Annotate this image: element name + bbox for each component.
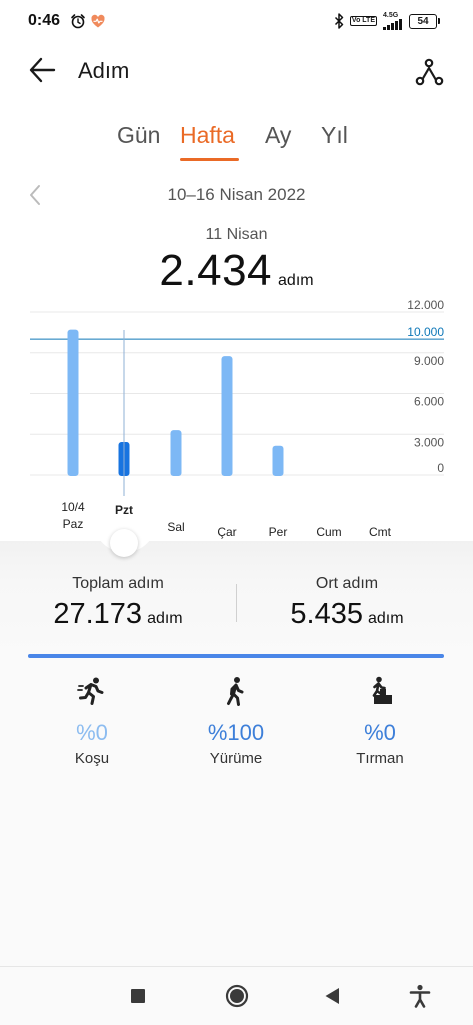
tab-month[interactable]: Ay bbox=[265, 122, 291, 149]
tab-day[interactable]: Gün bbox=[117, 122, 160, 149]
y-tick-label: 12.000 bbox=[407, 300, 444, 312]
volte-badge: Vo LTE bbox=[349, 16, 377, 26]
period-tabs: Gün Hafta Ay Yıl bbox=[0, 122, 473, 162]
activity-distribution-bar bbox=[28, 654, 444, 658]
tab-week[interactable]: Hafta bbox=[180, 122, 235, 149]
status-icons: Vo LTE 4.5G 54 bbox=[334, 11, 440, 31]
battery-level: 54 bbox=[417, 15, 429, 27]
total-steps-value: 27.173 adım bbox=[0, 598, 236, 631]
share-button[interactable] bbox=[412, 54, 446, 88]
x-tick-label: Sal bbox=[167, 520, 184, 534]
bar-çar bbox=[221, 356, 233, 476]
average-steps-value: 5.435 adım bbox=[229, 598, 465, 631]
selected-steps: 2.434 bbox=[159, 246, 273, 295]
activity-climbing: %0 Tırman bbox=[301, 676, 459, 767]
x-tick-label: Çar bbox=[217, 525, 236, 539]
total-steps-unit: adım bbox=[147, 610, 183, 627]
activity-walking: %100 Yürüme bbox=[157, 676, 315, 767]
y-tick-label: 3.000 bbox=[414, 435, 444, 449]
target-label: 10.000 bbox=[407, 325, 444, 339]
network-type: 4.5G bbox=[383, 12, 399, 19]
climbing-icon bbox=[368, 676, 392, 704]
share-icon[interactable] bbox=[412, 54, 446, 88]
steps-bar-chart[interactable]: 12.000 9.000 6.000 3.000 0 10.000 Paz Pzt Sal Çar… bbox=[0, 300, 473, 550]
date-range: 10–16 Nisan 2022 bbox=[167, 185, 306, 204]
running-label: Koşu bbox=[74, 750, 110, 767]
alarm-icon bbox=[71, 14, 85, 29]
system-navigation-bar bbox=[0, 966, 473, 1025]
climbing-label: Tırman bbox=[356, 750, 404, 767]
triangle-back-icon[interactable] bbox=[324, 987, 341, 1005]
day-selector-handle[interactable] bbox=[110, 529, 138, 557]
walking-label: Yürüme bbox=[209, 750, 263, 767]
status-bar: 0:46 Vo LTE 4.5G 54 bbox=[0, 0, 473, 42]
y-tick-label: 6.000 bbox=[414, 395, 444, 409]
status-time: 0:46 bbox=[28, 12, 61, 29]
total-steps-number: 27.173 bbox=[53, 598, 143, 630]
activity-running: %0 Koşu bbox=[13, 676, 171, 767]
back-button[interactable] bbox=[26, 54, 60, 86]
accessibility-icon[interactable] bbox=[409, 984, 431, 1008]
average-steps-label: Ort adım bbox=[315, 575, 379, 592]
bar-paz bbox=[67, 329, 79, 476]
bluetooth-icon bbox=[334, 13, 344, 29]
square-icon[interactable] bbox=[130, 988, 146, 1004]
running-percent: %0 bbox=[76, 720, 108, 745]
selected-day-value: 2.434 adım bbox=[0, 246, 473, 296]
y-tick-label: 9.000 bbox=[414, 354, 444, 368]
back-arrow-icon[interactable] bbox=[26, 54, 60, 86]
x-tick-label: Pzt bbox=[115, 503, 133, 517]
bar-sal bbox=[170, 430, 182, 476]
climbing-percent: %0 bbox=[364, 720, 396, 745]
bar-per bbox=[272, 445, 284, 476]
total-steps-label: Toplam adım bbox=[72, 575, 164, 592]
signal-icon bbox=[383, 19, 402, 30]
network-indicator: 4.5G bbox=[383, 12, 403, 30]
x-tick-label: Cmt bbox=[369, 525, 392, 539]
running-icon bbox=[77, 677, 104, 705]
average-steps-unit: adım bbox=[368, 610, 404, 627]
health-icon bbox=[91, 14, 105, 28]
selected-day-label: 11 Nisan bbox=[205, 226, 268, 243]
x-date-label: 10/4 bbox=[61, 500, 85, 514]
circle-icon[interactable] bbox=[225, 984, 249, 1008]
average-steps-number: 5.435 bbox=[290, 598, 363, 630]
y-tick-label: 0 bbox=[437, 461, 444, 475]
walking-percent: %100 bbox=[207, 720, 265, 745]
active-tab-indicator bbox=[180, 158, 239, 161]
page-title: Adım bbox=[78, 58, 130, 83]
battery-indicator: 54 bbox=[409, 13, 440, 29]
x-tick-label: Cum bbox=[316, 525, 341, 539]
walking-icon bbox=[227, 677, 244, 706]
selected-unit: adım bbox=[278, 272, 314, 289]
tab-year[interactable]: Yıl bbox=[321, 122, 348, 149]
x-tick-label: Per bbox=[269, 525, 288, 539]
x-tick-label: Paz bbox=[63, 517, 84, 531]
